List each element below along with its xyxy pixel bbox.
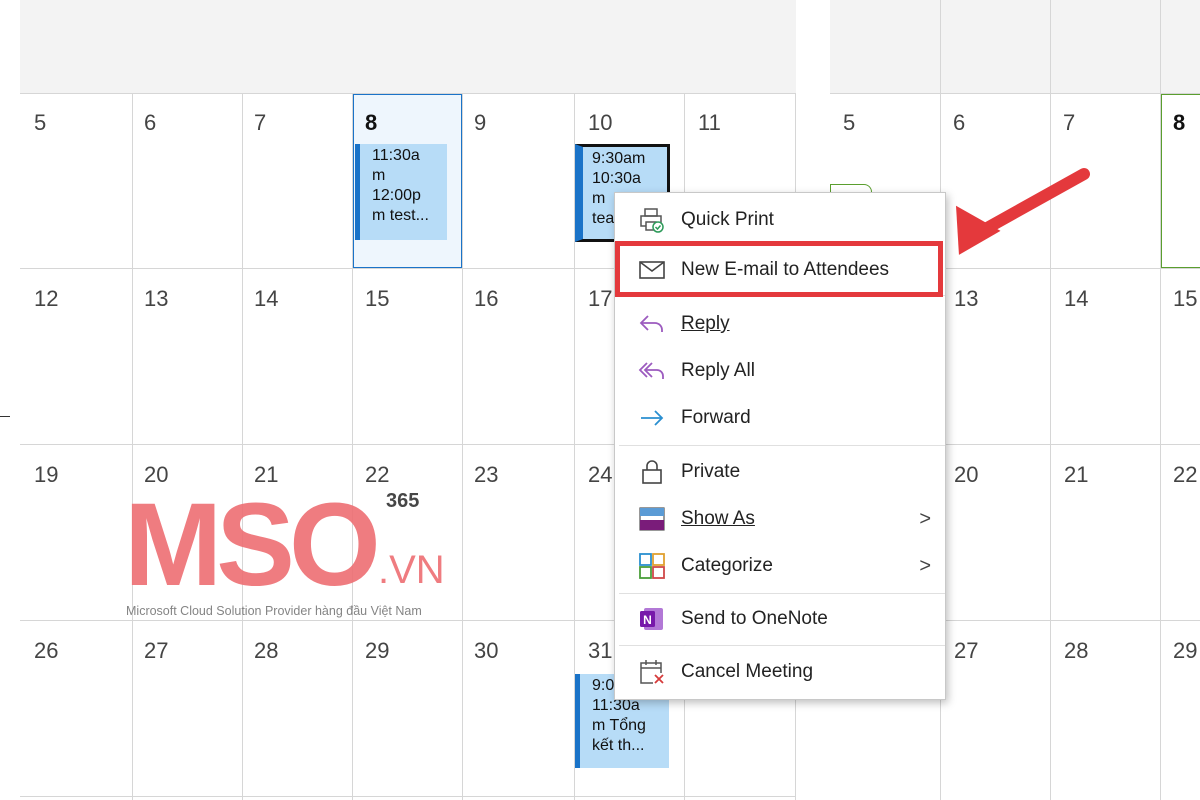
watermark-suffix: .VN (378, 548, 445, 592)
day-number[interactable]: 31 (588, 638, 612, 664)
menu-item-quick-print[interactable]: Quick Print (615, 197, 945, 243)
window-edge-mark (0, 416, 10, 417)
day-number[interactable]: 19 (34, 462, 58, 488)
day-number[interactable]: 12 (34, 286, 58, 312)
day-number[interactable]: 21 (1064, 462, 1088, 488)
menu-item-send-to-onenote[interactable]: N Send to OneNote (615, 596, 945, 642)
categorize-icon (637, 551, 667, 581)
day-number[interactable]: 15 (365, 286, 389, 312)
today-day-number[interactable]: 8 (1173, 110, 1185, 136)
menu-item-label: Cancel Meeting (681, 661, 814, 682)
highlight-box (615, 241, 943, 297)
previous-week-row (830, 0, 1200, 93)
submenu-chevron-icon: > (919, 554, 931, 577)
day-number[interactable]: 5 (34, 110, 46, 136)
show-as-icon (637, 504, 667, 534)
menu-item-label: Categorize (681, 555, 773, 576)
menu-separator (619, 645, 945, 646)
menu-item-reply[interactable]: Reply (615, 301, 945, 347)
day-number[interactable]: 7 (254, 110, 266, 136)
svg-text:N: N (643, 613, 652, 627)
day-number[interactable]: 29 (1173, 638, 1197, 664)
grid-line (20, 796, 796, 797)
day-number[interactable]: 15 (1173, 286, 1197, 312)
onenote-icon: N (637, 604, 667, 634)
reply-icon (637, 309, 667, 339)
menu-item-categorize[interactable]: Categorize > (615, 543, 945, 589)
menu-item-forward[interactable]: Forward (615, 395, 945, 441)
grid-line (132, 0, 133, 800)
menu-item-show-as[interactable]: Show As > (615, 496, 945, 542)
menu-item-cancel-meeting[interactable]: Cancel Meeting (615, 649, 945, 695)
day-number[interactable]: 24 (588, 462, 612, 488)
day-number[interactable]: 26 (34, 638, 58, 664)
lock-icon (637, 457, 667, 487)
day-number[interactable]: 28 (254, 638, 278, 664)
menu-item-label: Reply All (681, 360, 755, 381)
menu-item-label: Show As (681, 508, 755, 529)
grid-line (242, 0, 243, 800)
menu-item-private[interactable]: Private (615, 449, 945, 495)
submenu-chevron-icon: > (919, 507, 931, 530)
menu-separator (619, 593, 945, 594)
forward-icon (637, 403, 667, 433)
menu-item-label: Quick Print (681, 209, 774, 230)
day-number[interactable]: 30 (474, 638, 498, 664)
day-number[interactable]: 10 (588, 110, 612, 136)
day-number[interactable]: 6 (144, 110, 156, 136)
today-day-number[interactable]: 8 (365, 110, 377, 136)
menu-item-label: Reply (681, 313, 730, 334)
day-number[interactable]: 29 (365, 638, 389, 664)
mso-watermark: MSO 365 .VN Microsoft Cloud Solution Pro… (124, 486, 464, 626)
cancel-meeting-icon (637, 657, 667, 687)
menu-item-reply-all[interactable]: Reply All (615, 348, 945, 394)
menu-item-label: Private (681, 461, 741, 482)
day-number[interactable]: 14 (1064, 286, 1088, 312)
day-number[interactable]: 22 (1173, 462, 1197, 488)
menu-item-label: Forward (681, 407, 751, 428)
watermark-badge: 365 (386, 490, 420, 512)
previous-week-row (20, 0, 796, 93)
grid-line (462, 0, 463, 800)
reply-all-icon (637, 356, 667, 386)
menu-separator (619, 445, 945, 446)
day-number[interactable]: 9 (474, 110, 486, 136)
watermark-logo-letters: MSO (124, 479, 381, 611)
grid-line (1050, 0, 1051, 800)
day-number[interactable]: 28 (1064, 638, 1088, 664)
annotation-arrow-icon (956, 168, 1090, 255)
day-number[interactable]: 13 (144, 286, 168, 312)
calendar-event[interactable]: 11:30a m 12:00p m test... (355, 144, 447, 240)
grid-line (830, 93, 1200, 94)
day-number[interactable]: 7 (1063, 110, 1075, 136)
day-number[interactable]: 11 (698, 110, 721, 136)
menu-item-label: Send to OneNote (681, 608, 828, 629)
day-number[interactable]: 14 (254, 286, 278, 312)
day-number[interactable]: 13 (954, 286, 978, 312)
day-number[interactable]: 17 (588, 286, 612, 312)
day-number[interactable]: 20 (954, 462, 978, 488)
printer-icon (637, 205, 667, 235)
day-number[interactable]: 6 (953, 110, 965, 136)
day-number[interactable]: 16 (474, 286, 498, 312)
day-number[interactable]: 23 (474, 462, 498, 488)
day-number[interactable]: 5 (843, 110, 855, 136)
watermark-tagline: Microsoft Cloud Solution Provider hàng đ… (126, 604, 422, 618)
day-number[interactable]: 27 (144, 638, 168, 664)
day-number[interactable]: 27 (954, 638, 978, 664)
